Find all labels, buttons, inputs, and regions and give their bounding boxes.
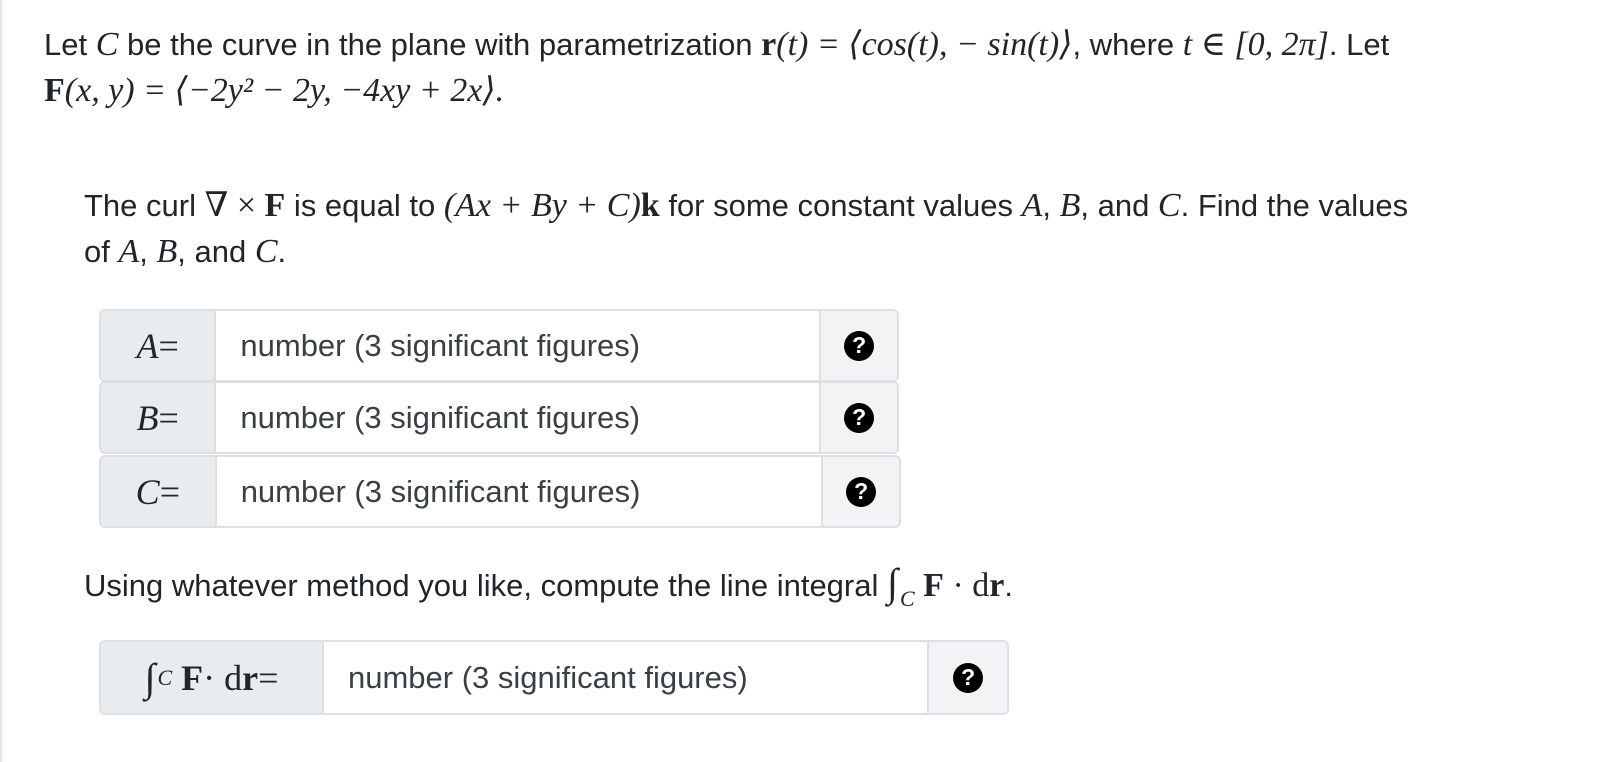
help-button-b[interactable]: ? xyxy=(819,383,897,452)
question-text: . xyxy=(1004,568,1013,603)
answer-label-a: A = xyxy=(101,311,217,380)
intro-text: be the curve in the plane with parametri… xyxy=(118,27,762,62)
dot-d: · d xyxy=(943,567,990,604)
t-domain: t ∈ [0, 2π] xyxy=(1182,26,1329,63)
question-mark-icon: ? xyxy=(846,476,877,507)
question-text: of xyxy=(84,234,119,269)
question-text: . Find the values xyxy=(1180,188,1409,223)
problem-intro: Let C be the curve in the plane with par… xyxy=(44,22,1389,114)
label-eq: = xyxy=(158,325,179,366)
left-border xyxy=(0,0,2,762)
label-eq: = xyxy=(158,397,179,438)
answer-row-a: A = ? xyxy=(99,309,899,382)
curl-question: The curl ∇ × F is equal to (Ax + By + C)… xyxy=(84,183,1408,275)
label-var: B xyxy=(136,397,159,438)
r-vector: r xyxy=(242,657,259,698)
question-mark-icon: ? xyxy=(953,662,984,693)
intro-text: . Let xyxy=(1328,27,1390,62)
answer-input-b[interactable] xyxy=(216,383,820,452)
var-c: C xyxy=(1157,187,1181,224)
question-text: Using whatever method you like, compute … xyxy=(84,568,887,603)
question-text: , xyxy=(139,234,157,269)
question-text: is equal to xyxy=(285,188,444,223)
answer-input-c[interactable] xyxy=(216,457,822,526)
answer-label-c: C = xyxy=(101,457,217,526)
answer-label-integral: ∫ C F · dr = xyxy=(101,642,324,713)
field-name: F xyxy=(923,567,944,604)
help-button-integral[interactable]: ? xyxy=(927,642,1007,713)
question-mark-icon: ? xyxy=(844,402,875,433)
label-var: A xyxy=(136,325,159,366)
curl-form: (Ax + By + C) xyxy=(443,187,641,224)
answer-input-a[interactable] xyxy=(216,311,820,380)
line-integral-question: Using whatever method you like, compute … xyxy=(84,560,1013,622)
help-button-a[interactable]: ? xyxy=(819,311,897,380)
intro-text: , where xyxy=(1072,27,1183,62)
question-text: , xyxy=(1042,188,1060,223)
var-b: B xyxy=(1059,187,1081,224)
question-text: . xyxy=(277,234,287,269)
field-name: F xyxy=(44,72,65,109)
question-text: , and xyxy=(177,234,255,269)
curl-field: F xyxy=(264,187,286,224)
answer-row-integral: ∫C F · dr = ? xyxy=(99,640,1009,715)
curve-variable: C xyxy=(95,26,119,63)
r-vector: r xyxy=(989,567,1005,604)
label-eq: = xyxy=(159,471,180,512)
field-expression: (x, y) = ⟨−2y² − 2y, −4xy + 2x⟩. xyxy=(64,72,505,109)
integral-subscript: C xyxy=(157,664,173,690)
question-text: for some constant values xyxy=(659,188,1022,223)
answer-row-b: B = ? xyxy=(99,381,899,454)
answer-input-integral[interactable] xyxy=(323,642,928,713)
integral-expression: ∫C F · dr xyxy=(887,560,1005,611)
intro-text: Let xyxy=(44,27,96,62)
integral-sign: ∫ xyxy=(887,560,898,605)
param-expression: (t) = ⟨cos(t), − sin(t)⟩ xyxy=(776,26,1073,63)
dot-d: · d xyxy=(203,657,243,698)
question-mark-icon: ? xyxy=(844,330,875,361)
integral-sign: ∫ xyxy=(144,655,156,700)
label-eq: = xyxy=(258,657,279,698)
question-text: The curl xyxy=(84,188,205,223)
var-c: C xyxy=(254,233,278,270)
answer-label-b: B = xyxy=(101,383,217,452)
help-button-c[interactable]: ? xyxy=(821,457,899,526)
label-var: C xyxy=(135,471,160,512)
answer-row-c: C = ? xyxy=(99,455,901,528)
k-unit-vector: k xyxy=(640,187,660,224)
field-name: F xyxy=(181,657,204,698)
param-vector: r xyxy=(761,26,777,63)
var-a: A xyxy=(1021,187,1043,224)
var-a: A xyxy=(118,233,140,270)
curl-operator: ∇ × xyxy=(204,187,265,224)
integral-subscript: C xyxy=(899,586,915,611)
question-text: , and xyxy=(1080,188,1158,223)
var-b: B xyxy=(156,233,178,270)
